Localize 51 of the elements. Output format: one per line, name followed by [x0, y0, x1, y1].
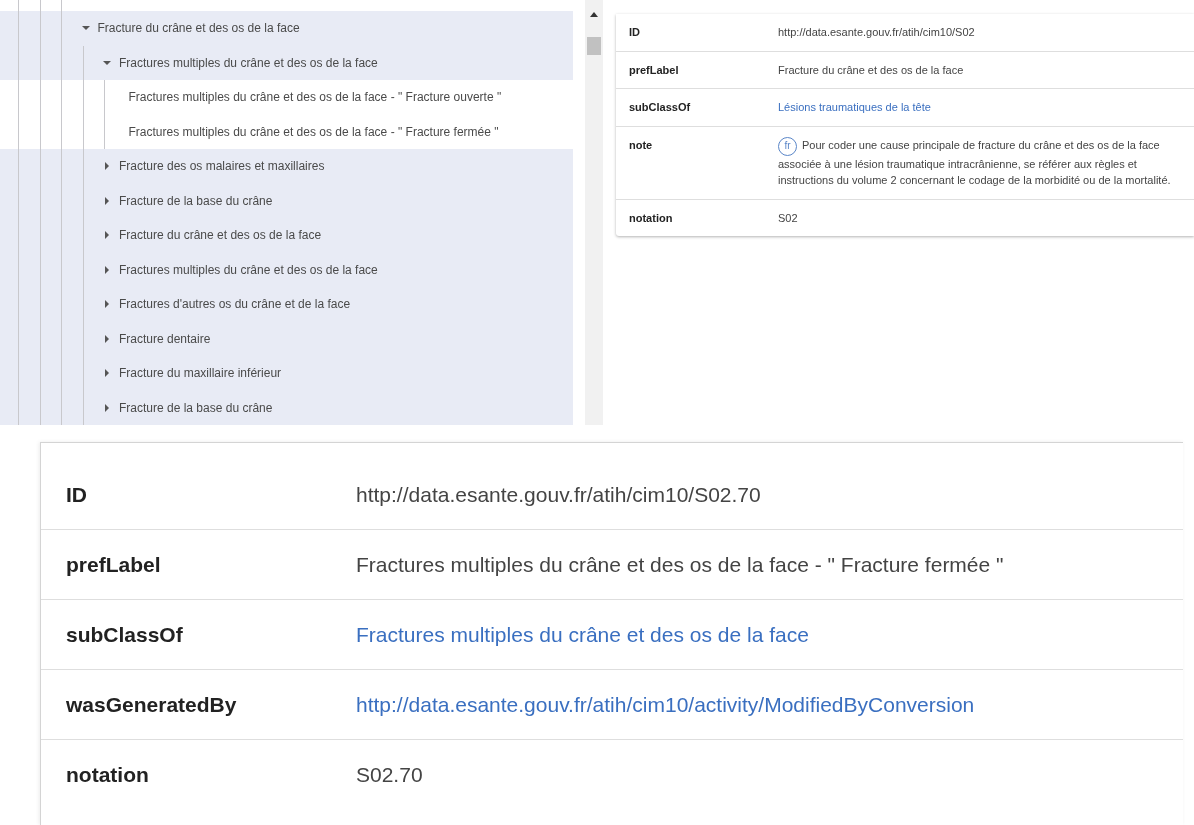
value-text: http://data.esante.gouv.fr/atih/cim10/S02.70: [356, 482, 761, 506]
tree-item-label: Fracture dentaire: [119, 330, 211, 348]
tree-row[interactable]: Fracture dentaire: [0, 321, 573, 356]
property-label: subClassOf: [628, 100, 692, 115]
caret-right-icon[interactable]: [102, 264, 112, 275]
property-label: subClassOf: [65, 621, 184, 648]
tree-item-label: Fractures multiples du crâne et des os de la face: [119, 261, 378, 279]
value-link[interactable]: Lésions traumatiques de la tête: [778, 101, 931, 113]
tree-row[interactable]: Fracture du crâne et des os de la face: [0, 218, 573, 253]
caret-right-icon[interactable]: [102, 195, 112, 206]
value-text: Fractures multiples du crâne et des os de la face - " Fracture fermée ": [356, 552, 1004, 576]
scrollbar[interactable]: [585, 0, 603, 425]
property-label: ID: [628, 25, 641, 40]
tree-item-label: Fracture du maxillaire inférieur: [119, 365, 282, 383]
tree-row[interactable]: Fractures multiples du crâne et des os de la face: [0, 252, 573, 287]
value-text: Fracture du crâne et des os de la face: [778, 63, 964, 76]
tree-row[interactable]: Fracture des os malaires et maxillaires: [0, 149, 573, 184]
tree-item-label: Fracture du crâne et des os de la face: [119, 227, 322, 245]
caret-right-icon[interactable]: [102, 402, 112, 413]
caret-right-icon[interactable]: [102, 230, 112, 241]
value-text: http://data.esante.gouv.fr/atih/cim10/S02: [778, 26, 975, 38]
tree-item-label: Fracture de la base du crâne: [119, 399, 273, 417]
tree-item-label: Fracture des os malaires et maxillaires: [119, 158, 325, 176]
value-text: S02: [778, 211, 798, 224]
tree-item-label: Fractures multiples du crâne et des os de la face: [119, 54, 378, 72]
tree-item-label: Fractures d'autres os du crâne et de la face: [119, 296, 351, 314]
caret-right-icon[interactable]: [102, 368, 112, 379]
property-label: ID: [65, 481, 88, 508]
caret-right-icon[interactable]: [102, 299, 112, 310]
tree-item-label: Fractures multiples du crâne et des os de la face - " Fracture fermée ": [127, 123, 499, 141]
value-text: S02.70: [356, 763, 423, 787]
caret-right-icon[interactable]: [102, 333, 112, 344]
note-text: fr Pour coder une cause principale de fracture du crâne et des os de la face associée à une lésion traumatique intracrânienne, se référer aux règles et instructions du volume 2 concernant le codage de la morbidité ou de la mortalité.: [778, 138, 1171, 186]
property-label: prefLabel: [628, 62, 680, 78]
tree-row[interactable]: Fractures d'autres os du crâne et de la face: [0, 287, 573, 322]
tree-row[interactable]: Fracture du crâne et des os de la face: [0, 11, 573, 46]
value-link[interactable]: Fractures multiples du crâne et des os de la face: [356, 622, 809, 646]
tree-item-label: Fractures multiples du crâne et des os de la face - " Fracture ouverte ": [127, 89, 502, 107]
property-label: prefLabel: [65, 551, 162, 578]
value-link[interactable]: http://data.esante.gouv.fr/atih/cim10/activity/ModifiedByConversion: [356, 692, 975, 716]
tree-row[interactable]: Fracture du maxillaire inférieur: [0, 356, 573, 391]
property-label: notation: [65, 762, 150, 789]
tree-row[interactable]: Fractures multiples du crâne et des os de la face: [0, 45, 573, 80]
tree-row[interactable]: Fracture de la base du crâne: [0, 390, 573, 425]
tree-row[interactable]: Fracture de la base du crâne: [0, 183, 573, 218]
tree-item-label: Fracture du crâne et des os de la face: [97, 20, 300, 38]
property-label: notation: [628, 210, 674, 226]
tree-item-label: Fracture de la base du crâne: [119, 192, 273, 210]
property-label: note: [628, 137, 654, 153]
property-label: wasGeneratedBy: [65, 691, 238, 718]
caret-right-icon[interactable]: [102, 161, 112, 172]
